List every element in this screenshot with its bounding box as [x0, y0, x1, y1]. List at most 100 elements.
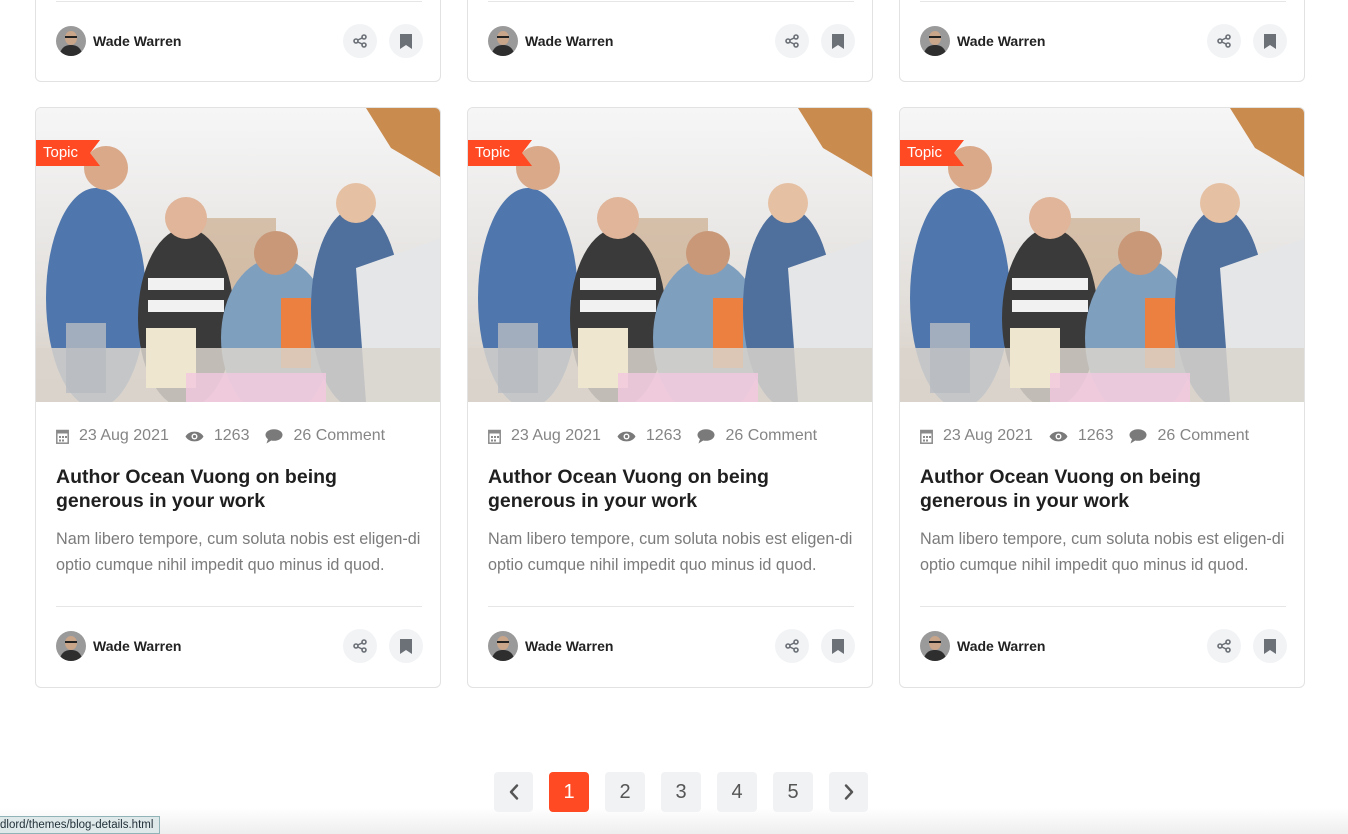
page-5-button[interactable]: 5 — [773, 772, 813, 812]
author[interactable]: Wade Warren — [488, 26, 613, 56]
post-title[interactable]: Author Ocean Vuong on being generous in … — [920, 465, 1290, 513]
post-title[interactable]: Author Ocean Vuong on being generous in … — [488, 465, 858, 513]
bookmark-button[interactable] — [1253, 24, 1287, 58]
bookmark-icon — [400, 638, 412, 654]
bookmark-icon — [832, 33, 844, 49]
date-text: 23 Aug 2021 — [943, 427, 1033, 444]
post-excerpt: Nam libero tempore, cum soluta nobis est… — [488, 530, 853, 574]
bookmark-button[interactable] — [821, 629, 855, 663]
post-views: 1263 — [1049, 427, 1114, 445]
divider — [920, 1, 1286, 2]
share-icon — [353, 639, 367, 653]
author-name: Wade Warren — [525, 638, 614, 654]
team-photo-illustration — [36, 108, 440, 402]
share-button[interactable] — [1207, 24, 1241, 58]
avatar — [56, 26, 86, 56]
post-image[interactable]: Topic — [468, 108, 872, 402]
post-title[interactable]: Author Ocean Vuong on being generous in … — [56, 465, 426, 513]
post-meta: 23 Aug 2021 1263 26 Comment — [920, 427, 1265, 445]
avatar — [488, 26, 518, 56]
prev-page-button[interactable] — [494, 772, 533, 812]
eye-icon — [617, 431, 636, 441]
share-icon — [1217, 34, 1231, 48]
author-name: Wade Warren — [525, 33, 614, 49]
share-button[interactable] — [775, 24, 809, 58]
post-views: 1263 — [617, 427, 682, 445]
blog-card: Wade Warren — [467, 0, 873, 82]
post-image[interactable]: Topic — [36, 108, 440, 402]
views-count: 1263 — [645, 427, 682, 444]
post-date: 23 Aug 2021 — [920, 427, 1033, 445]
comment-icon — [1129, 428, 1147, 443]
avatar — [488, 631, 518, 661]
bookmark-button[interactable] — [389, 629, 423, 663]
share-button[interactable] — [343, 629, 377, 663]
share-button[interactable] — [775, 629, 809, 663]
divider — [488, 606, 854, 607]
author-name: Wade Warren — [93, 638, 182, 654]
page-3-button[interactable]: 3 — [661, 772, 701, 812]
post-meta: 23 Aug 2021 1263 26 Comment — [56, 427, 401, 445]
comments-count: 26 Comment — [293, 427, 386, 444]
share-icon — [1217, 639, 1231, 653]
post-comments: 26 Comment — [265, 427, 385, 445]
calendar-icon — [488, 429, 501, 444]
share-icon — [353, 34, 367, 48]
chevron-left-icon — [509, 784, 518, 800]
post-views: 1263 — [185, 427, 250, 445]
author[interactable]: Wade Warren — [56, 26, 181, 56]
views-count: 1263 — [1077, 427, 1114, 444]
post-image[interactable]: Topic — [900, 108, 1304, 402]
bookmark-button[interactable] — [1253, 629, 1287, 663]
bookmark-icon — [1264, 638, 1276, 654]
team-photo-illustration — [468, 108, 872, 402]
page-1-button[interactable]: 1 — [549, 772, 589, 812]
team-photo-illustration — [900, 108, 1304, 402]
author[interactable]: Wade Warren — [56, 631, 181, 661]
post-date: 23 Aug 2021 — [56, 427, 169, 445]
bookmark-icon — [832, 638, 844, 654]
post-comments: 26 Comment — [697, 427, 817, 445]
page-2-button[interactable]: 2 — [605, 772, 645, 812]
calendar-icon — [920, 429, 933, 444]
author[interactable]: Wade Warren — [488, 631, 613, 661]
post-meta: 23 Aug 2021 1263 26 Comment — [488, 427, 833, 445]
author[interactable]: Wade Warren — [920, 631, 1045, 661]
comments-count: 26 Comment — [725, 427, 818, 444]
author-name: Wade Warren — [93, 33, 182, 49]
bookmark-button[interactable] — [389, 24, 423, 58]
author-name: Wade Warren — [957, 33, 1046, 49]
bookmark-icon — [400, 33, 412, 49]
status-bar-url: dlord/themes/blog-details.html — [0, 816, 161, 834]
next-page-button[interactable] — [829, 772, 868, 812]
comments-count: 26 Comment — [1157, 427, 1250, 444]
share-button[interactable] — [343, 24, 377, 58]
calendar-icon — [56, 429, 69, 444]
post-excerpt: Nam libero tempore, cum soluta nobis est… — [56, 530, 421, 574]
views-count: 1263 — [213, 427, 250, 444]
divider — [56, 606, 422, 607]
blog-card[interactable]: Topic 23 Aug 2021 1263 26 Comment Author… — [467, 107, 873, 688]
chevron-right-icon — [844, 784, 853, 800]
share-icon — [785, 34, 799, 48]
avatar — [56, 631, 86, 661]
blog-card: Wade Warren — [899, 0, 1305, 82]
avatar — [920, 26, 950, 56]
share-icon — [785, 639, 799, 653]
eye-icon — [1049, 431, 1068, 441]
comment-icon — [697, 428, 715, 443]
date-text: 23 Aug 2021 — [79, 427, 169, 444]
bookmark-button[interactable] — [821, 24, 855, 58]
eye-icon — [185, 431, 204, 441]
post-comments: 26 Comment — [1129, 427, 1249, 445]
author[interactable]: Wade Warren — [920, 26, 1045, 56]
avatar — [920, 631, 950, 661]
page-4-button[interactable]: 4 — [717, 772, 757, 812]
divider — [56, 1, 422, 2]
author-name: Wade Warren — [957, 638, 1046, 654]
divider — [488, 1, 854, 2]
comment-icon — [265, 428, 283, 443]
blog-card[interactable]: Topic 23 Aug 2021 1263 26 Comment Author… — [35, 107, 441, 688]
share-button[interactable] — [1207, 629, 1241, 663]
blog-card[interactable]: Topic 23 Aug 2021 1263 26 Comment Author… — [899, 107, 1305, 688]
